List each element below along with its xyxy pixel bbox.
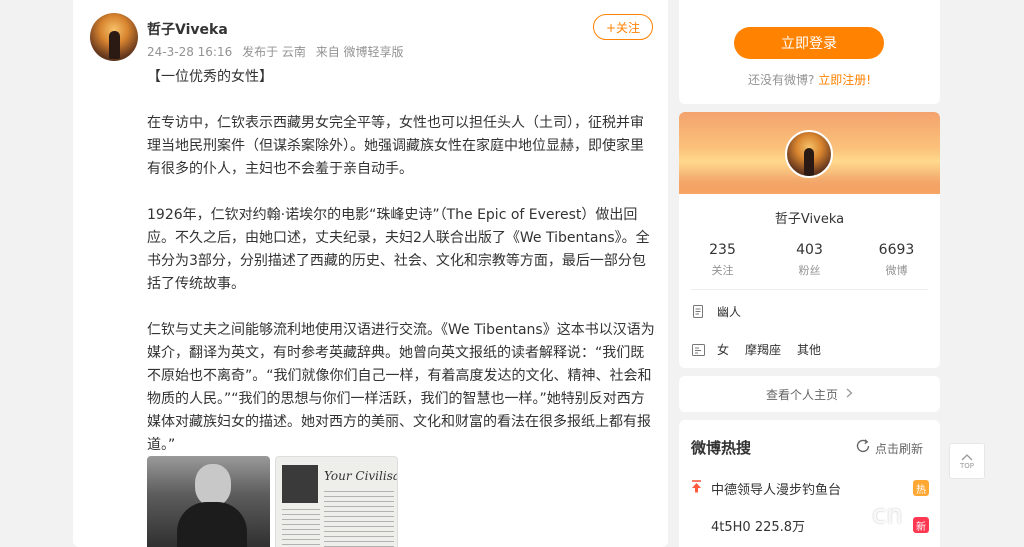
post-content: 【一位优秀的女性】 在专访中，仁钦表示西藏男女完全平等，女性也可以担任头人（土司…	[147, 66, 657, 480]
profile-divider	[691, 289, 928, 290]
profile-other: 其他	[797, 343, 822, 357]
chevron-right-icon	[846, 387, 853, 401]
pin-icon	[691, 480, 705, 496]
post-location: 发布于 云南	[242, 45, 306, 59]
refresh-button[interactable]: 点击刷新	[856, 439, 923, 457]
refresh-label: 点击刷新	[875, 441, 924, 456]
stat-label: 粉丝	[798, 264, 821, 277]
stat-number: 6693	[878, 242, 915, 258]
profile-card: 哲子Viveka 235 关注 403 粉丝 6693 微博 幽人 女 摩羯座 …	[679, 112, 940, 368]
view-homepage-label: 查看个人主页	[765, 387, 838, 402]
profile-gender: 女	[717, 343, 730, 357]
stat-posts[interactable]: 6693 微博	[853, 242, 940, 278]
stat-label: 关注	[711, 264, 734, 277]
author-name[interactable]: 哲子Viveka	[147, 19, 228, 39]
newspaper-text	[324, 491, 394, 547]
post-image-portrait[interactable]	[147, 456, 270, 547]
watermark: cn	[872, 500, 903, 530]
post-paragraph: 仁钦与丈夫之间能够流利地使用汉语进行交流。《We Tibentans》这本书以汉…	[147, 322, 655, 453]
post-headline: 【一位优秀的女性】	[147, 69, 273, 85]
login-card: 立即登录 还没有微博? 立即注册!	[679, 0, 940, 104]
newspaper-text	[282, 509, 320, 547]
stat-following[interactable]: 235 关注	[679, 242, 766, 278]
login-button[interactable]: 立即登录	[734, 27, 884, 59]
post-images: Your Civilisati	[147, 456, 398, 547]
profile-info-row: 女 摩羯座 其他	[691, 341, 837, 358]
stat-label: 微博	[885, 264, 908, 277]
stat-number: 403	[796, 242, 823, 258]
arrow-up-icon	[961, 452, 973, 462]
post-card: 哲子Viveka 24-3-28 16:16 发布于 云南 来自 微博轻享版 +…	[73, 0, 668, 547]
profile-avatar[interactable]	[785, 130, 833, 178]
profile-bio-row: 幽人	[691, 303, 757, 320]
hot-badge: 热	[913, 480, 929, 496]
new-badge: 新	[913, 517, 929, 533]
stat-number: 235	[709, 242, 736, 258]
refresh-icon	[856, 439, 871, 457]
profile-stats: 235 关注 403 粉丝 6693 微博	[679, 242, 940, 278]
post-time[interactable]: 24-3-28 16:16	[147, 45, 232, 59]
document-icon	[691, 305, 705, 319]
hot-search-title: 微博热搜	[691, 439, 752, 457]
post-paragraph: 在专访中，仁钦表示西藏男女完全平等，女性也可以担任头人（土司），征税并审理当地民…	[147, 115, 644, 177]
id-card-icon	[691, 343, 705, 357]
register-prompt: 还没有微博? 立即注册!	[679, 71, 940, 88]
hot-search-text: 中德领导人漫步钓鱼台	[711, 482, 842, 498]
stat-followers[interactable]: 403 粉丝	[766, 242, 853, 278]
post-source: 来自 微博轻享版	[315, 45, 404, 59]
profile-zodiac: 摩羯座	[745, 343, 782, 357]
back-to-top-button[interactable]: TOP	[949, 443, 985, 479]
profile-bio: 幽人	[717, 305, 742, 319]
register-link[interactable]: 立即注册!	[818, 73, 871, 87]
newspaper-headline: Your Civilisati	[324, 469, 397, 483]
post-image-newspaper[interactable]: Your Civilisati	[275, 456, 398, 547]
post-paragraph: 1926年，仁钦对约翰·诺埃尔的电影“珠峰史诗”（The Epic of Eve…	[147, 207, 650, 292]
profile-name[interactable]: 哲子Viveka	[679, 208, 940, 227]
follow-button[interactable]: +关注	[593, 14, 653, 40]
view-homepage-link[interactable]: 查看个人主页	[679, 376, 940, 412]
register-prompt-text: 还没有微博?	[747, 73, 815, 87]
author-avatar[interactable]	[90, 13, 138, 61]
post-meta: 24-3-28 16:16 发布于 云南 来自 微博轻享版	[147, 43, 410, 60]
hot-search-item[interactable]: 中德领导人漫步钓鱼台 热	[691, 478, 929, 498]
newspaper-photo	[282, 465, 318, 503]
back-to-top-label: TOP	[959, 462, 974, 470]
